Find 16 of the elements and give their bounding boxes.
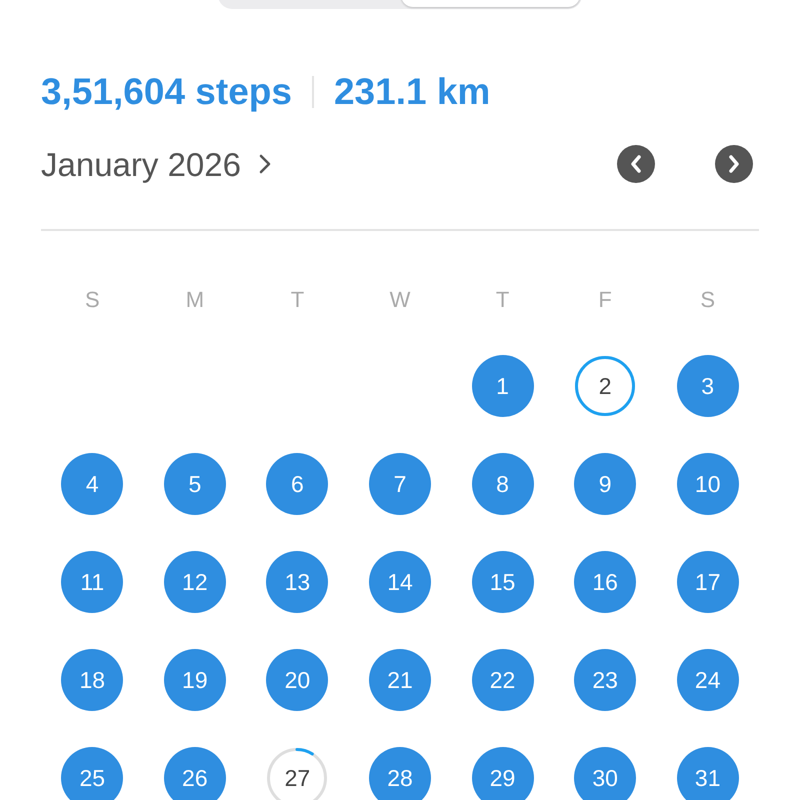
day-number[interactable]: 27: [266, 747, 328, 800]
weekday-label: T: [496, 286, 510, 314]
weekday-label: T: [290, 286, 304, 314]
chevron-right-icon: [728, 155, 740, 174]
chevron-right-icon: [258, 154, 271, 174]
weekday-label: W: [390, 286, 410, 314]
chevron-left-icon: [630, 155, 642, 174]
weekday-label: M: [186, 286, 204, 314]
next-month-button[interactable]: [715, 145, 753, 184]
weekday-label: F: [598, 286, 612, 314]
previous-month-button[interactable]: [617, 145, 655, 184]
distance-total: 231.1 km: [334, 70, 490, 114]
month-title[interactable]: January 2026: [41, 140, 271, 189]
weekday-label: S: [84, 286, 100, 314]
weekday-label: S: [700, 286, 716, 314]
steps-total: 3,51,604 steps: [41, 70, 292, 114]
